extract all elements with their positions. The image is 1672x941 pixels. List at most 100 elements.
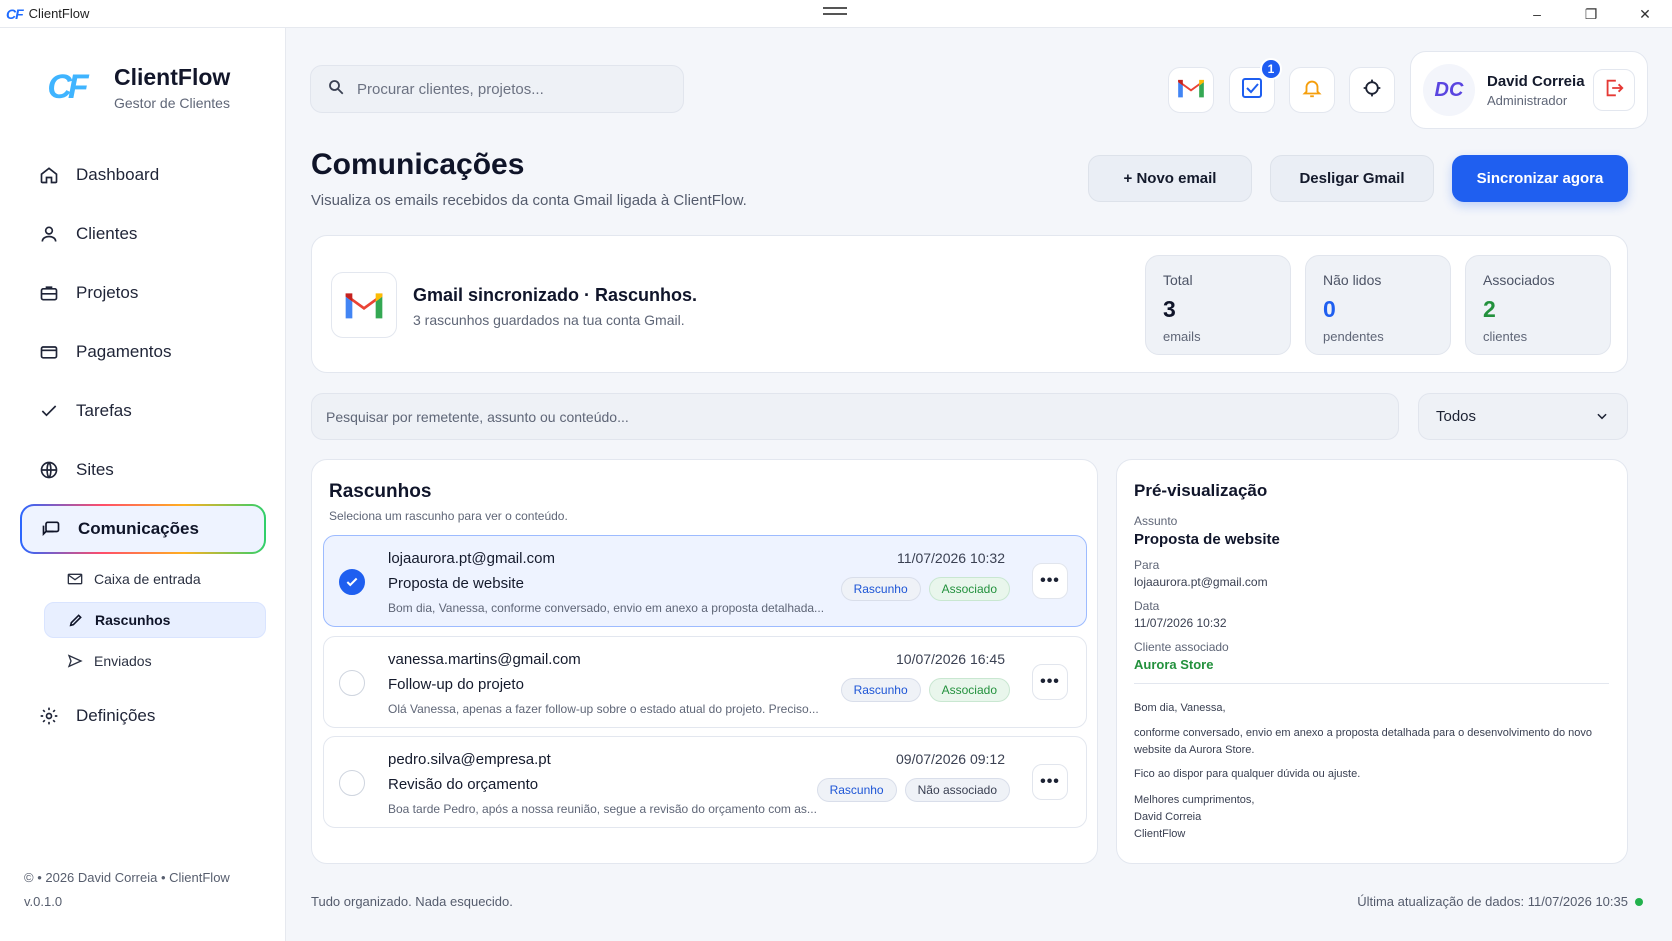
status-badge: Rascunho — [816, 778, 897, 802]
cog-icon — [1362, 78, 1382, 103]
new-email-button[interactable]: + Novo email — [1088, 155, 1252, 202]
brand-name: ClientFlow — [114, 64, 231, 90]
sidebar-item-dashboard[interactable]: Dashboard — [20, 150, 266, 200]
draft-row[interactable]: vanessa.martins@gmail.com Follow-up do p… — [323, 636, 1087, 728]
disconnect-gmail-button[interactable]: Desligar Gmail — [1270, 155, 1434, 202]
sidebar-item-tarefas[interactable]: Tarefas — [20, 386, 266, 436]
subnav-item-rascunhos[interactable]: Rascunhos — [44, 602, 266, 638]
draft-row[interactable]: lojaaurora.pt@gmail.com Proposta de webs… — [323, 535, 1087, 627]
preview-title: Pré-visualização — [1134, 481, 1268, 500]
settings-button[interactable] — [1349, 67, 1395, 113]
online-status-dot — [1635, 898, 1643, 906]
draft-tags: Rascunho Não associado — [816, 778, 1010, 802]
window-app-title: CF ClientFlow — [0, 6, 89, 22]
more-options-button[interactable]: ••• — [1032, 764, 1068, 800]
sidebar-item-label: Comunicações — [78, 519, 199, 538]
sidebar-item-sites[interactable]: Sites — [20, 445, 266, 495]
draft-date: 09/07/2026 09:12 — [896, 751, 1005, 767]
global-search[interactable] — [310, 65, 684, 113]
brand-logo-icon: CF — [47, 68, 88, 106]
preview-card: Pré-visualização Assunto Proposta de web… — [1116, 459, 1628, 864]
email-filter-search[interactable] — [311, 393, 1399, 440]
preview-date: 11/07/2026 10:32 — [1134, 616, 1227, 630]
logout-icon — [1603, 77, 1625, 104]
unselected-radio-icon[interactable] — [339, 670, 365, 696]
sidebar-item-comunicacoes[interactable]: Comunicações — [20, 504, 266, 554]
stat-unread: Não lidos 0 pendentes — [1305, 255, 1451, 355]
preview-body-paragraph: conforme conversado, envio em anexo a pr… — [1134, 727, 1593, 756]
sidebar-item-label: Clientes — [76, 224, 138, 243]
brand[interactable]: CF ClientFlow Gestor de Clientes — [38, 64, 230, 111]
draft-preview: Olá Vanessa, apenas a fazer follow-up so… — [388, 702, 819, 716]
sync-now-button[interactable]: Sincronizar agora — [1452, 155, 1628, 202]
preview-divider — [1134, 683, 1609, 684]
subnav-item-enviados[interactable]: Enviados — [44, 643, 266, 679]
ellipsis-icon: ••• — [1040, 773, 1060, 790]
sidebar-item-projetos[interactable]: Projetos — [20, 268, 266, 318]
association-badge: Associado — [928, 678, 1010, 702]
subnav-item-caixa-de-entrada[interactable]: Caixa de entrada — [44, 561, 266, 597]
stat-value: 3 — [1163, 296, 1176, 322]
association-badge: Não associado — [904, 778, 1010, 802]
gmail-icon — [1177, 77, 1205, 104]
search-input[interactable] — [357, 80, 657, 98]
association-badge: Associado — [928, 577, 1010, 601]
logout-button[interactable] — [1593, 69, 1635, 111]
footer-tagline: Tudo organizado. Nada esquecido. — [311, 894, 513, 909]
sidebar-nav: Dashboard Clientes Projetos Pagamentos T… — [20, 150, 266, 750]
user-card[interactable]: DC David Correia Administrador — [1410, 51, 1648, 129]
sidebar-item-label: Sites — [76, 460, 114, 479]
drag-handle-icon[interactable] — [823, 7, 847, 15]
search-icon — [327, 78, 345, 101]
draft-recipient: lojaaurora.pt@gmail.com — [388, 550, 555, 567]
checkbox-icon — [1240, 76, 1264, 105]
close-window-button[interactable]: ✕ — [1618, 0, 1672, 28]
filter-select[interactable]: Todos — [1418, 393, 1628, 440]
draft-subject: Proposta de website — [388, 575, 524, 592]
draft-row[interactable]: pedro.silva@empresa.pt Revisão do orçame… — [323, 736, 1087, 828]
minimize-button[interactable]: – — [1510, 0, 1564, 28]
gear-icon — [38, 705, 60, 727]
preview-signature-name: David Correia — [1134, 811, 1202, 823]
sidebar-item-label: Dashboard — [76, 165, 160, 184]
bell-icon — [1301, 76, 1323, 105]
sidebar-item-clientes[interactable]: Clientes — [20, 209, 266, 259]
briefcase-icon — [38, 282, 60, 304]
page-title: Comunicações — [311, 148, 525, 181]
mail-icon — [66, 572, 84, 586]
version-text: v.0.1.0 — [24, 894, 63, 909]
tasks-button[interactable]: 1 — [1229, 58, 1282, 113]
stat-unit: pendentes — [1323, 329, 1384, 344]
preview-date-label: Data — [1134, 599, 1160, 613]
wallet-icon — [38, 341, 60, 363]
draft-preview: Bom dia, Vanessa, conforme conversado, e… — [388, 601, 825, 615]
more-options-button[interactable]: ••• — [1032, 664, 1068, 700]
email-search-input[interactable] — [326, 408, 1366, 425]
preview-client-link[interactable]: Aurora Store — [1134, 657, 1213, 672]
selected-check-icon[interactable] — [339, 569, 365, 595]
user-name: David Correia — [1487, 72, 1585, 90]
chat-icon — [40, 518, 62, 540]
more-options-button[interactable]: ••• — [1032, 563, 1068, 599]
sidebar-item-definicoes[interactable]: Definições — [20, 691, 266, 741]
draft-date: 10/07/2026 16:45 — [896, 651, 1005, 667]
copyright-text: © • 2026 David Correia • ClientFlow — [24, 870, 230, 885]
sidebar-item-pagamentos[interactable]: Pagamentos — [20, 327, 266, 377]
preview-subject-label: Assunto — [1134, 514, 1178, 528]
draft-subject: Follow-up do projeto — [388, 676, 524, 693]
stat-unit: clientes — [1483, 329, 1528, 344]
pencil-icon — [67, 612, 85, 628]
stat-label: Não lidos — [1323, 272, 1382, 288]
gmail-logo-icon — [331, 272, 397, 338]
unselected-radio-icon[interactable] — [339, 770, 365, 796]
sidebar-item-label: Definições — [76, 706, 156, 725]
preview-body-paragraph: Fico ao dispor para qualquer dúvida ou a… — [1134, 768, 1361, 780]
sidebar: CF ClientFlow Gestor de Clientes Dashboa… — [0, 28, 286, 941]
sidebar-item-label: Pagamentos — [76, 342, 172, 361]
preview-subject: Proposta de website — [1134, 531, 1280, 548]
draft-tags: Rascunho Associado — [840, 577, 1010, 601]
gmail-button[interactable] — [1168, 67, 1214, 113]
stat-unit: emails — [1163, 329, 1201, 344]
maximize-button[interactable]: ❐ — [1564, 0, 1618, 28]
notifications-button[interactable] — [1289, 67, 1335, 113]
